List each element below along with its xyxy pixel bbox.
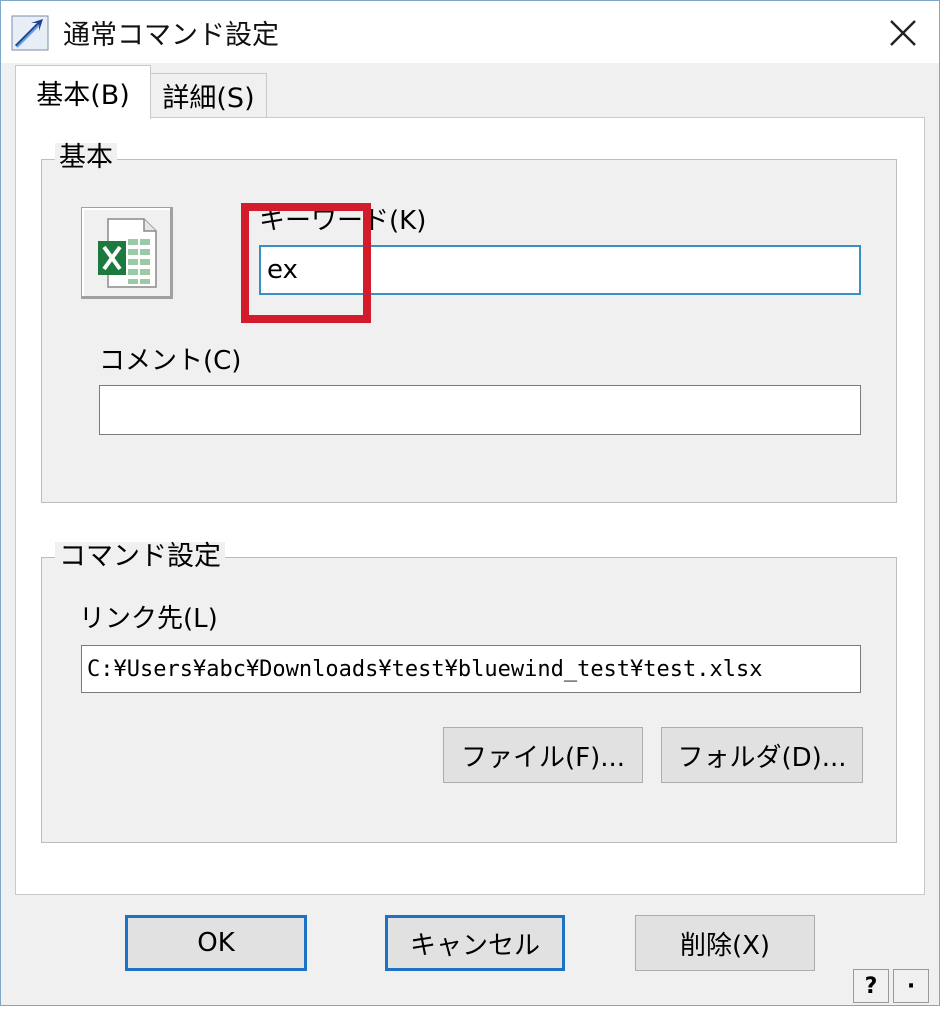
folder-button-label: フォルダ(D)... <box>677 742 847 773</box>
extra-button[interactable]: · <box>893 969 929 1003</box>
tab-detail[interactable]: 詳細(S) <box>151 73 267 117</box>
app-arrow-icon <box>11 15 49 51</box>
dialog-window: 通常コマンド設定 基本(B) 詳細(S) 基本 キーワード(K) ex コメント… <box>0 0 940 1006</box>
file-button-label: ファイル(F)... <box>460 742 626 773</box>
tab-basic[interactable]: 基本(B) <box>15 65 151 119</box>
link-label: リンク先(L) <box>79 604 218 634</box>
help-button[interactable]: ? <box>853 969 889 1003</box>
file-button[interactable]: ファイル(F)... <box>443 727 643 783</box>
delete-button-label: 削除(X) <box>679 930 771 961</box>
command-group-label: コマンド設定 <box>55 542 225 572</box>
command-groupbox <box>41 557 897 843</box>
excel-icon-button[interactable] <box>81 207 173 299</box>
ok-button[interactable]: OK <box>125 915 307 971</box>
help-icon: ? <box>864 973 878 999</box>
keyword-input[interactable]: ex <box>259 245 861 295</box>
close-button[interactable] <box>881 11 925 55</box>
basic-group-label: 基本 <box>55 143 117 173</box>
delete-button[interactable]: 削除(X) <box>635 915 815 971</box>
tab-basic-label: 基本(B) <box>36 80 130 111</box>
close-icon <box>890 20 916 46</box>
ok-button-label: OK <box>197 928 235 958</box>
cancel-button-label: キャンセル <box>409 930 540 961</box>
comment-label: コメント(C) <box>99 346 242 376</box>
link-input[interactable]: C:¥Users¥abc¥Downloads¥test¥bluewind_tes… <box>81 645 861 693</box>
title-bar[interactable]: 通常コマンド設定 <box>1 1 939 63</box>
keyword-label: キーワード(K) <box>259 206 427 236</box>
excel-file-icon <box>98 218 157 288</box>
cancel-button[interactable]: キャンセル <box>385 915 565 971</box>
comment-input[interactable] <box>99 385 861 435</box>
dot-icon: · <box>906 973 916 999</box>
tab-detail-label: 詳細(S) <box>162 83 255 114</box>
window-title: 通常コマンド設定 <box>63 20 279 51</box>
folder-button[interactable]: フォルダ(D)... <box>661 727 863 783</box>
